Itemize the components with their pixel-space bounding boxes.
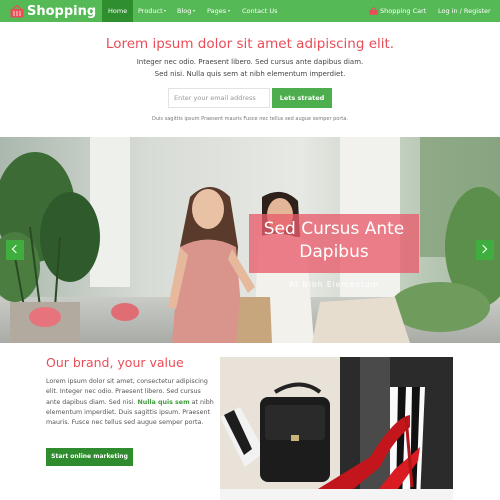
brand-name: Shopping — [27, 3, 97, 19]
hero-title: Lorem ipsum dolor sit amet adipiscing el… — [105, 36, 395, 52]
brand-section-paragraph: Lorem ipsum dolor sit amet, consectetur … — [46, 377, 216, 428]
hero-subtitle-line1: Integer nec odio. Praesent libero. Sed c… — [136, 58, 364, 66]
nav-item-pages[interactable]: Pages — [207, 0, 230, 22]
chevron-down-icon — [227, 10, 230, 12]
nav-label: Product — [138, 7, 163, 15]
chevron-left-icon — [11, 244, 21, 254]
nav-item-home[interactable]: Home — [102, 0, 134, 22]
nav-item-blog[interactable]: Blog — [177, 0, 195, 22]
shopping-cart-link[interactable]: Shopping Cart — [369, 0, 426, 22]
slide-caption-subtitle: At Nibh Elementum — [288, 280, 380, 289]
navbar: Shopping Home Product Blog Pages Contact… — [0, 0, 500, 22]
basket-icon — [10, 4, 24, 17]
nav-label: Contact Us — [242, 7, 278, 15]
nav-label: Blog — [177, 7, 192, 15]
slider-next-button[interactable] — [476, 240, 494, 260]
brand-logo[interactable]: Shopping — [10, 2, 96, 20]
hero-note: Duis sagittis ipsum Praesent mauris Fusc… — [152, 116, 348, 122]
paragraph-link[interactable]: Nulla quis sem — [137, 399, 189, 406]
basket-icon — [369, 7, 378, 15]
start-online-marketing-button[interactable]: Start online marketing — [46, 448, 133, 466]
product-image — [220, 357, 453, 500]
email-input[interactable]: Enter your email address — [168, 88, 270, 108]
login-register-link[interactable]: Log in / Register — [438, 0, 491, 22]
cart-label: Shopping Cart — [380, 7, 427, 15]
chevron-right-icon — [478, 244, 488, 254]
nav-item-product[interactable]: Product — [138, 0, 167, 22]
chevron-down-icon — [192, 10, 195, 12]
nav-label: Pages — [207, 7, 227, 15]
slider-prev-button[interactable] — [6, 240, 24, 260]
subscribe-button[interactable]: Lets strated — [272, 88, 332, 108]
nav-item-contact[interactable]: Contact Us — [242, 0, 278, 22]
hero-subtitle-line2: Sed nisi. Nulla quis sem at nibh element… — [154, 70, 346, 78]
chevron-down-icon — [164, 10, 167, 12]
slide-caption-title: Sed Cursus Ante Dapibus — [263, 219, 405, 262]
auth-label: Log in / Register — [438, 7, 491, 15]
brand-section-heading: Our brand, your value — [46, 355, 184, 370]
nav-label: Home — [108, 7, 128, 15]
